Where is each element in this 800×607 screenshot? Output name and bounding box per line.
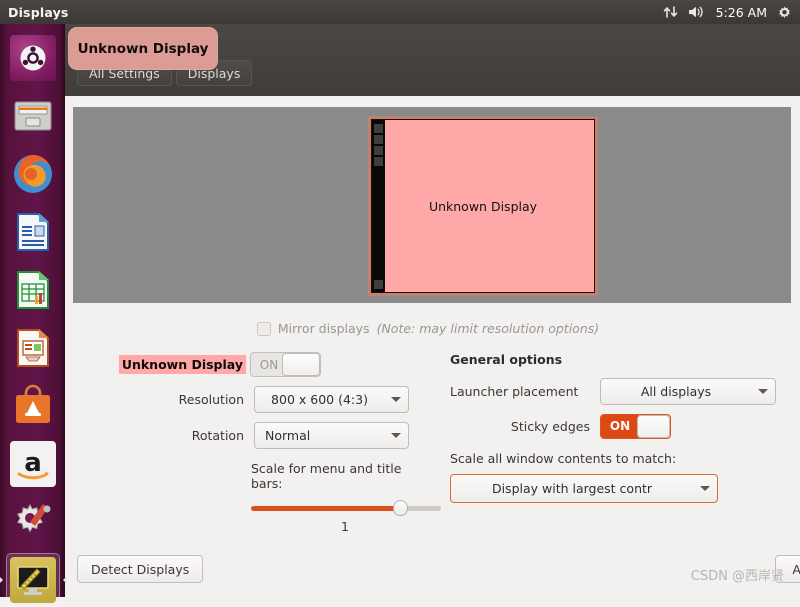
- top-panel: Displays 5:26 AM: [0, 0, 800, 24]
- launcher-item-ubuntu-dash[interactable]: [6, 31, 60, 85]
- resolution-label: Resolution: [179, 392, 244, 407]
- libreoffice-writer-icon: [10, 209, 56, 255]
- launcher-placement-value: All displays: [601, 384, 751, 399]
- mini-launcher-icon: [374, 146, 383, 155]
- window-content: Unknown Display Mirror displays (Note: m…: [65, 96, 800, 597]
- panel-title: Displays: [8, 5, 69, 20]
- rotation-dropdown[interactable]: Normal: [254, 422, 409, 449]
- detect-displays-button[interactable]: Detect Displays: [77, 555, 203, 583]
- monitor-label: Unknown Display: [429, 199, 537, 214]
- launcher-item-libreoffice-calc[interactable]: [6, 263, 60, 317]
- gear-icon[interactable]: [777, 5, 792, 20]
- mini-launcher-preview: [372, 120, 385, 292]
- rotation-row: Rotation Normal: [65, 422, 435, 449]
- launcher-item-libreoffice-impress[interactable]: [6, 321, 60, 375]
- volume-icon[interactable]: [688, 5, 706, 19]
- mirror-displays-label: Mirror displays: [278, 321, 370, 336]
- firefox-icon: [10, 151, 56, 197]
- mini-launcher-icon: [374, 157, 383, 166]
- mirror-displays-checkbox[interactable]: [257, 322, 271, 336]
- rotation-value: Normal: [255, 428, 384, 443]
- svg-text:a: a: [24, 448, 42, 478]
- launcher-item-ubuntu-software[interactable]: [6, 379, 60, 433]
- launcher-placement-label: Launcher placement: [450, 384, 578, 399]
- mini-launcher-icon: [374, 135, 383, 144]
- window-titlebar: × − □ Displays All Settings Displays Unk…: [65, 24, 800, 96]
- ubuntu-software-icon: [10, 383, 56, 429]
- network-transfer-icon[interactable]: [663, 5, 678, 19]
- sticky-edges-row: Sticky edges ON: [450, 414, 795, 439]
- rotation-label: Rotation: [192, 428, 244, 443]
- launcher-item-amazon[interactable]: a: [6, 437, 60, 491]
- mirror-displays-note: (Note: may limit resolution options): [377, 321, 600, 336]
- display-name-label: Unknown Display: [119, 355, 246, 374]
- launcher-item-libreoffice-writer[interactable]: [6, 205, 60, 259]
- scale-all-contents-value: Display with largest contr: [451, 481, 693, 496]
- sticky-edges-toggle[interactable]: ON: [600, 414, 671, 439]
- display-name-row: Unknown Display ON: [65, 352, 435, 377]
- watermark: CSDN @西岸贤: [691, 565, 784, 584]
- launcher-placement-dropdown[interactable]: All displays: [600, 378, 776, 405]
- files-icon: [10, 93, 56, 139]
- chevron-down-icon[interactable]: [751, 389, 775, 394]
- launcher-placement-row: Launcher placement All displays: [450, 378, 795, 405]
- general-options-title: General options: [450, 352, 795, 367]
- general-options-column: General options Launcher placement All d…: [450, 352, 795, 503]
- display-arrangement-area[interactable]: Unknown Display: [73, 107, 791, 303]
- scale-all-contents-dropdown[interactable]: Display with largest contr: [450, 474, 718, 503]
- scale-all-contents-label: Scale all window contents to match:: [450, 451, 795, 466]
- scale-slider-fill: [251, 506, 400, 511]
- system-tray: 5:26 AM: [663, 5, 800, 20]
- monitor-screen[interactable]: Unknown Display: [371, 119, 595, 293]
- display-power-toggle[interactable]: ON: [250, 352, 321, 377]
- scale-slider[interactable]: [251, 500, 441, 516]
- scale-menu-label: Scale for menu and title bars:: [251, 461, 435, 491]
- monitor-preview[interactable]: Unknown Display: [368, 116, 598, 296]
- ubuntu-dash-icon: [10, 35, 56, 81]
- launcher-item-firefox[interactable]: [6, 147, 60, 201]
- chevron-down-icon[interactable]: [384, 433, 408, 438]
- chevron-down-icon[interactable]: [693, 486, 717, 491]
- display-settings-column: Unknown Display ON Resolution 800 x 600 …: [65, 352, 435, 534]
- display-power-toggle-handle[interactable]: [282, 353, 320, 376]
- display-tooltip: Unknown Display: [68, 27, 218, 70]
- launcher-item-files[interactable]: [6, 89, 60, 143]
- mini-launcher-icon: [374, 280, 383, 289]
- scale-slider-handle[interactable]: [393, 500, 408, 516]
- launcher-item-displays[interactable]: [6, 553, 60, 607]
- libreoffice-calc-icon: [10, 267, 56, 313]
- sticky-edges-label: Sticky edges: [511, 419, 590, 434]
- displays-window: × − □ Displays All Settings Displays Unk…: [65, 24, 800, 597]
- launcher-item-system-settings[interactable]: [6, 495, 60, 549]
- mirror-displays-row[interactable]: Mirror displays (Note: may limit resolut…: [65, 321, 791, 336]
- scale-slider-value: 1: [250, 519, 440, 534]
- chevron-down-icon[interactable]: [384, 397, 408, 402]
- amazon-icon: a: [10, 441, 56, 487]
- resolution-value: 800 x 600 (4:3): [255, 392, 384, 407]
- sticky-edges-toggle-handle[interactable]: [637, 415, 670, 438]
- unity-launcher: a: [0, 24, 65, 597]
- system-settings-icon: [10, 499, 56, 545]
- clock[interactable]: 5:26 AM: [716, 5, 767, 20]
- displays-icon: [10, 557, 56, 603]
- libreoffice-impress-icon: [10, 325, 56, 371]
- sticky-edges-toggle-label: ON: [601, 415, 639, 438]
- resolution-dropdown[interactable]: 800 x 600 (4:3): [254, 386, 409, 413]
- mini-launcher-icon: [374, 124, 383, 133]
- resolution-row: Resolution 800 x 600 (4:3): [65, 386, 435, 413]
